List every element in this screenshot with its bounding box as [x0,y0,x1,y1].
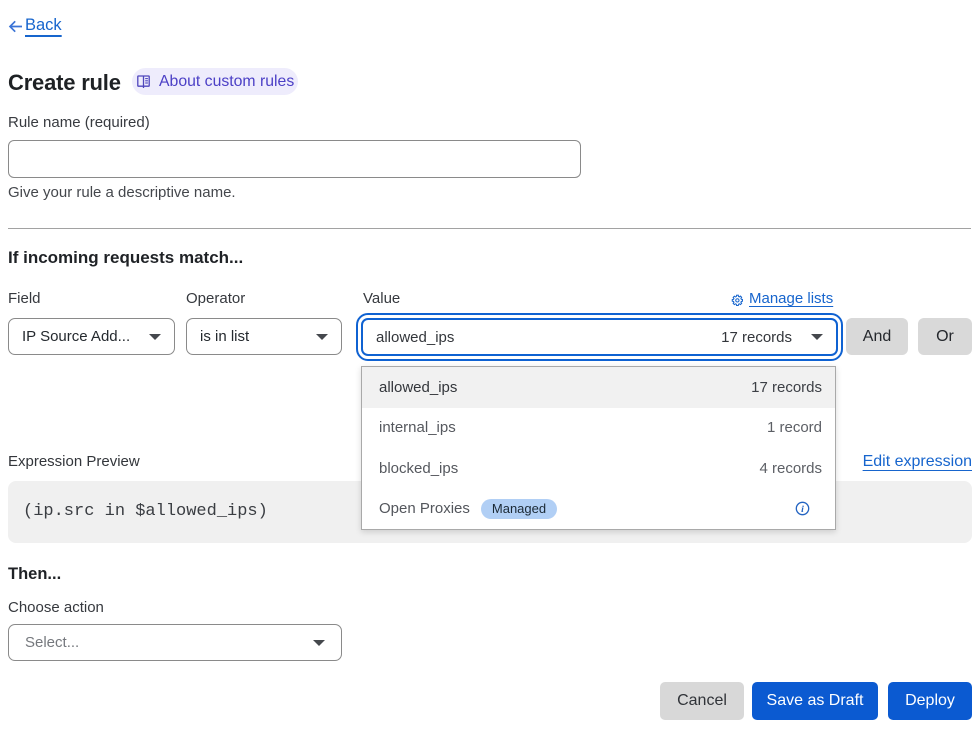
svg-text:i: i [801,504,804,515]
